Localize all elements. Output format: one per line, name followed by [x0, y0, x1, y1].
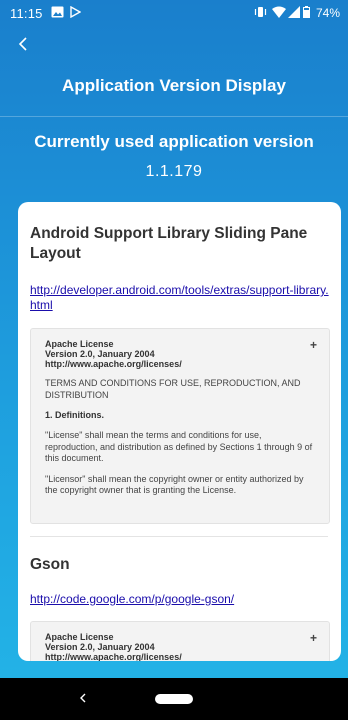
library-separator	[30, 536, 328, 537]
license-version: Version 2.0, January 2004	[45, 349, 155, 359]
vibrate-icon	[254, 6, 267, 21]
license-name: Apache License	[45, 339, 114, 349]
license-box[interactable]: + Apache License Version 2.0, January 20…	[30, 621, 330, 661]
page-title: Application Version Display	[62, 76, 286, 95]
license-terms: TERMS AND CONDITIONS FOR USE, REPRODUCTI…	[45, 378, 301, 400]
library-name: Gson	[30, 556, 70, 573]
nav-back-button[interactable]	[76, 691, 90, 705]
system-nav-bar	[0, 678, 348, 720]
signal-icon	[288, 6, 300, 21]
nav-back-icon	[80, 693, 86, 703]
header-divider	[0, 116, 348, 117]
license-definitions-heading: 1. Definitions.	[45, 410, 105, 420]
license-name: Apache License	[45, 632, 114, 642]
license-def-licensor: "Licensor" shall mean the copyright owne…	[45, 473, 304, 496]
license-box[interactable]: + Apache License Version 2.0, January 20…	[30, 328, 330, 524]
license-version: Version 2.0, January 2004	[45, 642, 155, 652]
library-item: Android Support Library Sliding Pane Lay…	[30, 224, 330, 537]
library-url-link[interactable]: http://developer.android.com/tools/extra…	[30, 283, 330, 313]
license-text: Apache License Version 2.0, January 2004…	[31, 622, 329, 661]
nav-home-pill[interactable]	[155, 694, 193, 704]
status-time: 11:15	[10, 6, 43, 21]
back-button[interactable]	[14, 34, 34, 54]
library-name: Android Support Library Sliding Pane Lay…	[30, 225, 308, 262]
license-url: http://www.apache.org/licenses/	[45, 359, 182, 369]
library-item: Gson http://code.google.com/p/google-gso…	[30, 555, 330, 661]
expand-plus-icon[interactable]: +	[310, 339, 317, 351]
chevron-left-icon	[18, 37, 27, 51]
image-icon	[51, 6, 64, 21]
license-def-license: "License" shall mean the terms and condi…	[45, 430, 313, 463]
expand-plus-icon[interactable]: +	[310, 632, 317, 644]
licenses-card[interactable]: Android Support Library Sliding Pane Lay…	[18, 202, 341, 661]
license-url: http://www.apache.org/licenses/	[45, 652, 182, 661]
licenses-list: Android Support Library Sliding Pane Lay…	[30, 224, 330, 661]
app-screen: 11:15 74% Application Version Display Cu…	[0, 0, 348, 678]
battery-percentage: 74%	[315, 6, 340, 20]
battery-icon	[303, 6, 310, 21]
license-text: Apache License Version 2.0, January 2004…	[31, 329, 329, 497]
library-url-link[interactable]: http://code.google.com/p/google-gson/	[30, 592, 330, 607]
status-bar: 11:15 74%	[0, 0, 348, 26]
version-number: 1.1.179	[145, 163, 203, 180]
wifi-icon	[272, 6, 286, 21]
version-label: Currently used application version	[34, 132, 314, 151]
play-icon	[69, 5, 82, 21]
